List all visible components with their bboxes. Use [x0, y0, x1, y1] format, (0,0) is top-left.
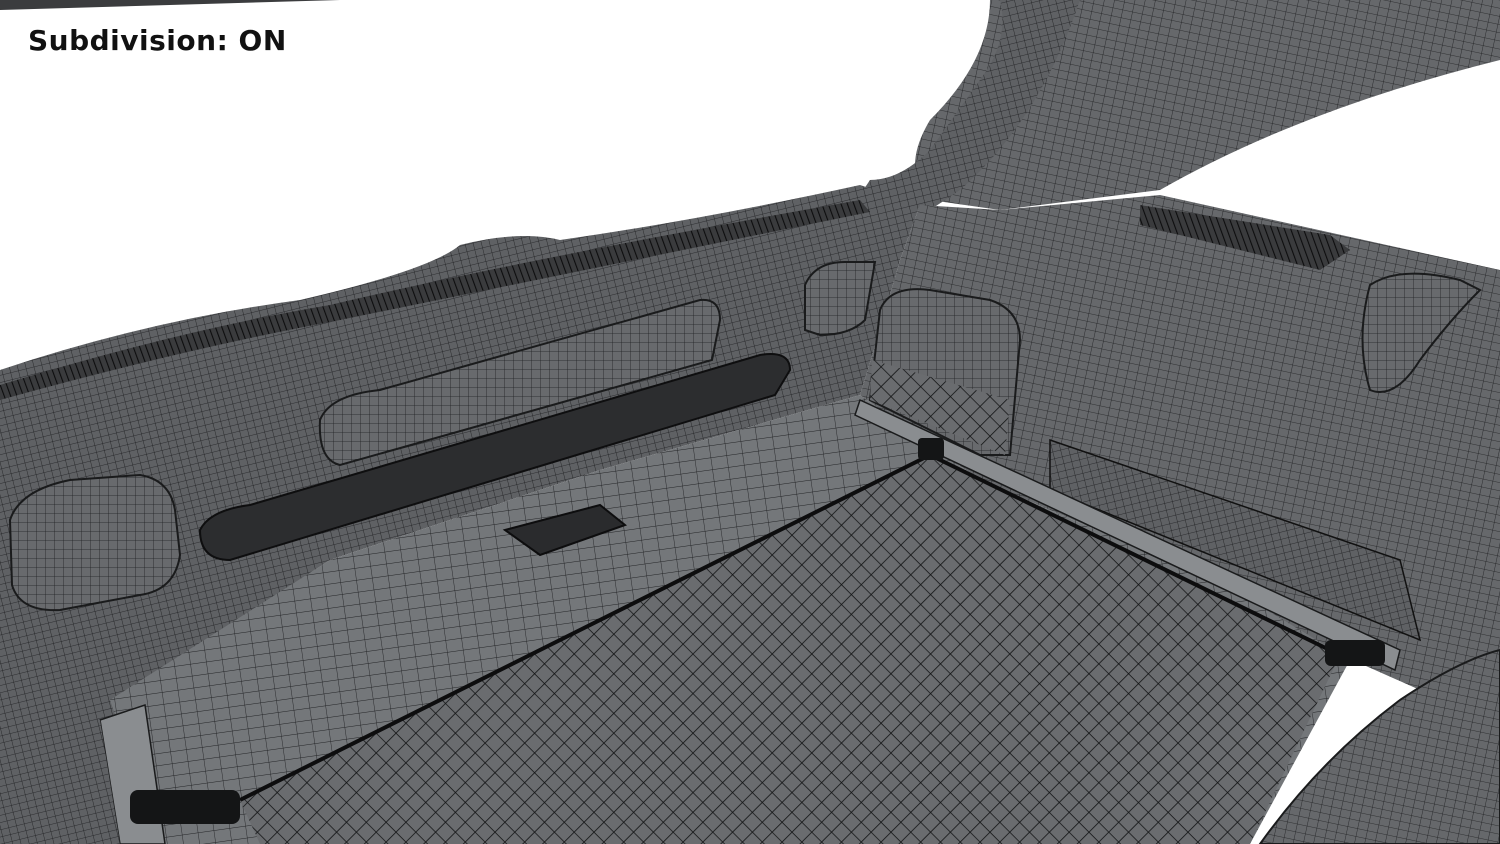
- net-anchor-right: [1325, 640, 1385, 666]
- net-anchor-top: [918, 438, 944, 460]
- left-wall-pocket: [8, 473, 182, 612]
- net-anchor-left: [130, 790, 240, 824]
- subdivision-label: Subdivision: ON: [28, 24, 287, 57]
- wireframe-render: [0, 0, 1500, 844]
